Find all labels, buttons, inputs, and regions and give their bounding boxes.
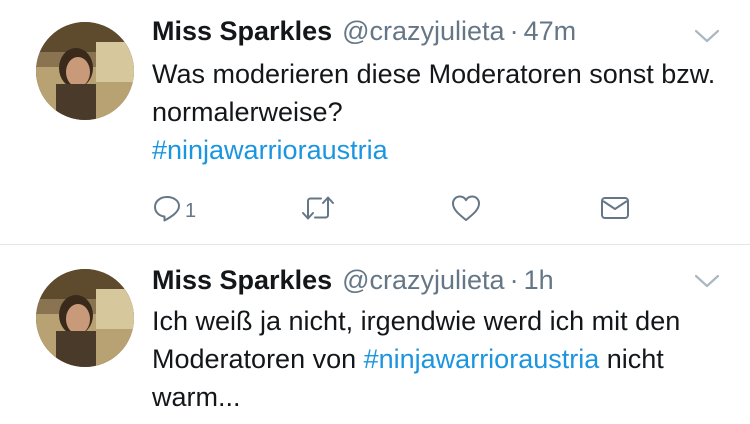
avatar[interactable] <box>36 269 134 367</box>
hashtag-link[interactable]: #ninjawarrioraustria <box>152 135 388 165</box>
envelope-icon <box>601 197 629 219</box>
reply-count: 1 <box>185 199 197 222</box>
tweet-text-body: Was moderieren diese Moderatoren sonst b… <box>152 59 716 127</box>
avatar-image <box>36 22 134 120</box>
tweet-header: Miss Sparkles @crazyjulieta · 1h <box>152 265 554 299</box>
reply-button[interactable]: 1 <box>152 190 196 226</box>
user-handle[interactable]: @crazyjulieta <box>342 16 504 47</box>
user-handle[interactable]: @crazyjulieta <box>342 265 504 296</box>
avatar[interactable] <box>36 22 134 120</box>
tweet-text: Ich weiß ja nicht, irgendwie werd ich mi… <box>152 302 727 416</box>
tweet[interactable]: Miss Sparkles @crazyjulieta · 1h Ich wei… <box>0 245 750 424</box>
reply-icon <box>154 196 180 222</box>
avatar-image <box>36 269 134 367</box>
heart-icon <box>452 195 480 221</box>
direct-message-button[interactable] <box>599 190 631 226</box>
display-name[interactable]: Miss Sparkles <box>152 265 332 296</box>
chevron-down-icon[interactable] <box>694 273 720 289</box>
retweet-icon <box>302 196 334 220</box>
chevron-down-icon[interactable] <box>694 28 720 44</box>
timestamp[interactable]: 1h <box>524 265 554 296</box>
separator-dot: · <box>509 265 519 295</box>
timestamp[interactable]: 47m <box>524 16 577 47</box>
hashtag-link[interactable]: #ninjawarrioraustria <box>364 344 600 374</box>
tweet-actions: 1 <box>152 190 642 226</box>
like-button[interactable] <box>450 190 482 226</box>
tweet-header: Miss Sparkles @crazyjulieta · 47m <box>152 16 576 50</box>
retweet-button[interactable] <box>300 190 336 226</box>
display-name[interactable]: Miss Sparkles <box>152 16 332 47</box>
tweet[interactable]: Miss Sparkles @crazyjulieta · 47m Was mo… <box>0 0 750 244</box>
tweet-text: Was moderieren diese Moderatoren sonst b… <box>152 55 727 169</box>
separator-dot: · <box>509 16 519 46</box>
